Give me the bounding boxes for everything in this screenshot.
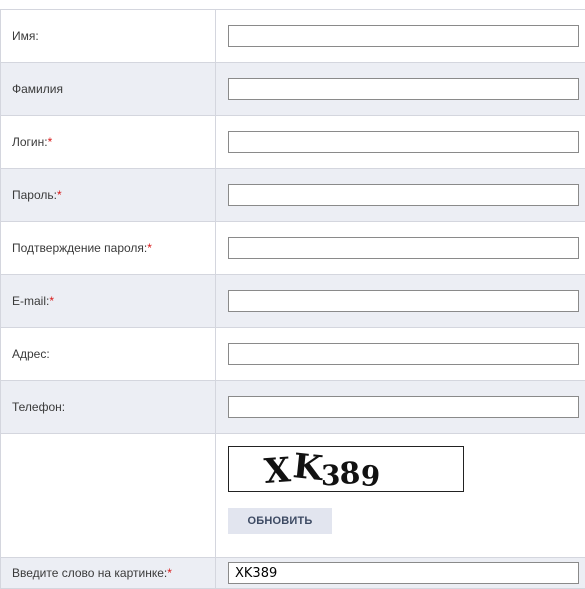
login-cell [216,116,585,168]
first-name-cell [216,10,585,62]
registration-form: Имя: Фамилия Логин: * Пароль: * Подтвержде [0,9,585,589]
form-row-address: Адрес: [0,328,585,381]
last-name-input[interactable] [228,78,579,100]
address-cell [216,328,585,380]
captcha-input-cell [216,558,585,588]
captcha-char-4: 8 [339,456,362,491]
form-row-password: Пароль: * [0,169,585,222]
password-label: Пароль: * [0,169,216,221]
form-row-captcha: X K 3 8 9 ОБНОВИТЬ [0,434,585,558]
required-marker: * [167,566,172,580]
address-label: Адрес: [0,328,216,380]
password-confirm-label-text: Подтверждение пароля: [12,241,148,255]
login-input[interactable] [228,131,579,153]
first-name-label: Имя: [0,10,216,62]
captcha-input-label: Введите слово на картинке: * [0,558,216,588]
required-marker: * [47,135,53,149]
password-cell [216,169,585,221]
captcha-char-3: 3 [321,459,340,491]
form-row-captcha-input: Введите слово на картинке: * [0,558,585,589]
phone-input[interactable] [228,396,579,418]
login-label: Логин: * [0,116,216,168]
login-label-text: Логин: [12,135,48,149]
captcha-cell: X K 3 8 9 ОБНОВИТЬ [216,434,585,557]
phone-cell [216,381,585,433]
form-row-last-name: Фамилия [0,63,585,116]
captcha-refresh-button[interactable]: ОБНОВИТЬ [228,508,332,534]
password-confirm-label: Подтверждение пароля: * [0,222,216,274]
captcha-input[interactable] [228,562,579,584]
email-label-text: E-mail: [12,294,50,308]
password-label-text: Пароль: [12,188,57,202]
phone-label: Телефон: [0,381,216,433]
form-row-first-name: Имя: [0,10,585,63]
form-row-email: E-mail: * [0,275,585,328]
captcha-char-5: 9 [360,459,382,491]
captcha-label-cell [0,434,216,557]
first-name-label-text: Имя: [12,29,39,43]
password-input[interactable] [228,184,579,206]
last-name-cell [216,63,585,115]
required-marker: * [56,188,62,202]
form-row-login: Логин: * [0,116,585,169]
phone-label-text: Телефон: [12,400,66,414]
address-label-text: Адрес: [12,347,50,361]
captcha-input-label-text: Введите слово на картинке: [12,566,168,580]
first-name-input[interactable] [228,25,579,47]
captcha-char-1: X [263,450,293,491]
required-marker: * [147,241,152,255]
last-name-label-text: Фамилия [12,82,63,96]
captcha-glyphs: X K 3 8 9 [263,447,382,491]
last-name-label: Фамилия [0,63,216,115]
password-confirm-input[interactable] [228,237,579,259]
captcha-image: X K 3 8 9 [228,446,464,492]
address-input[interactable] [228,343,579,365]
required-marker: * [49,294,55,308]
form-row-phone: Телефон: [0,381,585,434]
form-row-password-confirm: Подтверждение пароля: * [0,222,585,275]
email-label: E-mail: * [0,275,216,327]
password-confirm-cell [216,222,585,274]
email-input[interactable] [228,290,579,312]
email-cell [216,275,585,327]
